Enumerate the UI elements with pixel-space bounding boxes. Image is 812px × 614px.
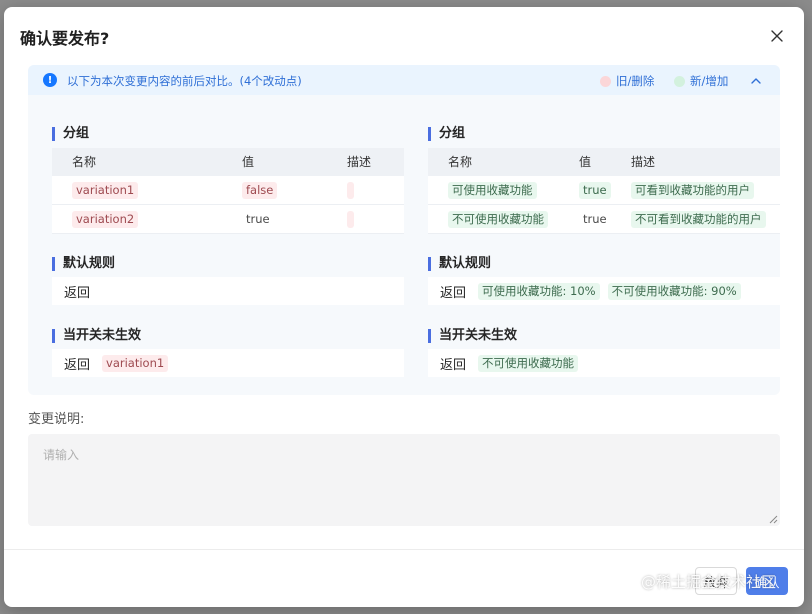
table-header: 名称 值 描述 [52,148,404,176]
legend-new-label: 新/增加 [690,74,729,88]
row-value-tag: true [579,182,611,199]
footer-divider [4,549,804,550]
old-default-rule: 返回 [52,277,404,305]
collapse-button[interactable] [749,73,763,87]
legend-old-swatch [600,75,611,87]
row-name-tag: variation2 [72,211,139,228]
description-input[interactable] [28,434,780,526]
row-desc-tag: 不可看到收藏功能的用户 [631,211,766,228]
new-default-rule: 返回 可使用收藏功能: 10% 不可使用收藏功能: 90% [428,277,780,305]
confirm-button[interactable]: 确认 [746,567,788,595]
legend-new-swatch [674,75,685,87]
row-name-tag: 不可使用收藏功能 [448,211,548,228]
off-value-tag: 不可使用收藏功能 [478,354,579,372]
return-label: 返回 [440,357,467,373]
row-name-tag: 可使用收藏功能 [448,182,537,199]
legend-old: 旧/删除 [600,73,654,89]
compare-panel: ! 以下为本次变更内容的前后对比。(4个改动点) 旧/删除 新/增加 分组 名称 [28,65,780,395]
column-header-name: 名称 [72,155,97,169]
table-row: variation2 true [52,205,404,234]
rule-tag: 可使用收藏功能: 10% [478,282,600,300]
row-value-tag: true [583,212,607,226]
table-header: 名称 值 描述 [428,148,780,176]
return-label: 返回 [64,285,91,301]
chevron-up-icon [751,78,761,84]
old-default-rule-title: 默认规则 [52,256,115,272]
close-button[interactable] [767,26,787,46]
row-value-tag: false [242,182,278,199]
description-label: 变更说明: [28,412,85,427]
return-label: 返回 [64,357,91,373]
new-group-title: 分组 [428,126,465,142]
old-group-table: 名称 值 描述 variation1 false variation2 true [52,148,404,234]
publish-confirm-dialog: 确认要发布? ! 以下为本次变更内容的前后对比。(4个改动点) 旧/删除 新/增… [4,7,804,607]
column-header-desc: 描述 [631,155,656,169]
info-bar: ! 以下为本次变更内容的前后对比。(4个改动点) 旧/删除 新/增加 [28,65,780,95]
resize-grip-icon[interactable] [769,515,778,524]
new-off-title: 当开关未生效 [428,328,517,344]
new-default-rule-title: 默认规则 [428,256,491,272]
row-desc-tag: 可看到收藏功能的用户 [631,182,754,199]
return-label: 返回 [440,285,467,301]
new-off-rule: 返回 不可使用收藏功能 [428,349,780,377]
info-text: 以下为本次变更内容的前后对比。(4个改动点) [67,74,302,88]
dialog-title: 确认要发布? [20,29,110,48]
info-circle-icon: ! [43,73,57,87]
column-header-value: 值 [579,155,592,169]
column-header-value: 值 [242,155,255,169]
off-value-tag: variation1 [102,354,169,372]
old-group-title: 分组 [52,126,89,142]
new-group-table: 名称 值 描述 可使用收藏功能 true 可看到收藏功能的用户 不可使用收藏功能… [428,148,780,234]
column-header-desc: 描述 [347,155,372,169]
close-icon [771,30,783,42]
row-desc-tag [347,211,354,228]
row-value-tag: true [246,212,270,226]
row-desc-tag [347,182,354,199]
cancel-button[interactable]: 放弃 [695,567,737,595]
old-off-rule: 返回 variation1 [52,349,404,377]
old-off-title: 当开关未生效 [52,328,141,344]
rule-tag: 不可使用收藏功能: 90% [607,282,741,300]
row-name-tag: variation1 [72,182,139,199]
legend-old-label: 旧/删除 [616,74,655,88]
table-row: 不可使用收藏功能 true 不可看到收藏功能的用户 [428,205,780,234]
table-row: variation1 false [52,176,404,205]
table-row: 可使用收藏功能 true 可看到收藏功能的用户 [428,176,780,205]
legend-new: 新/增加 [674,73,728,89]
column-header-name: 名称 [448,155,473,169]
